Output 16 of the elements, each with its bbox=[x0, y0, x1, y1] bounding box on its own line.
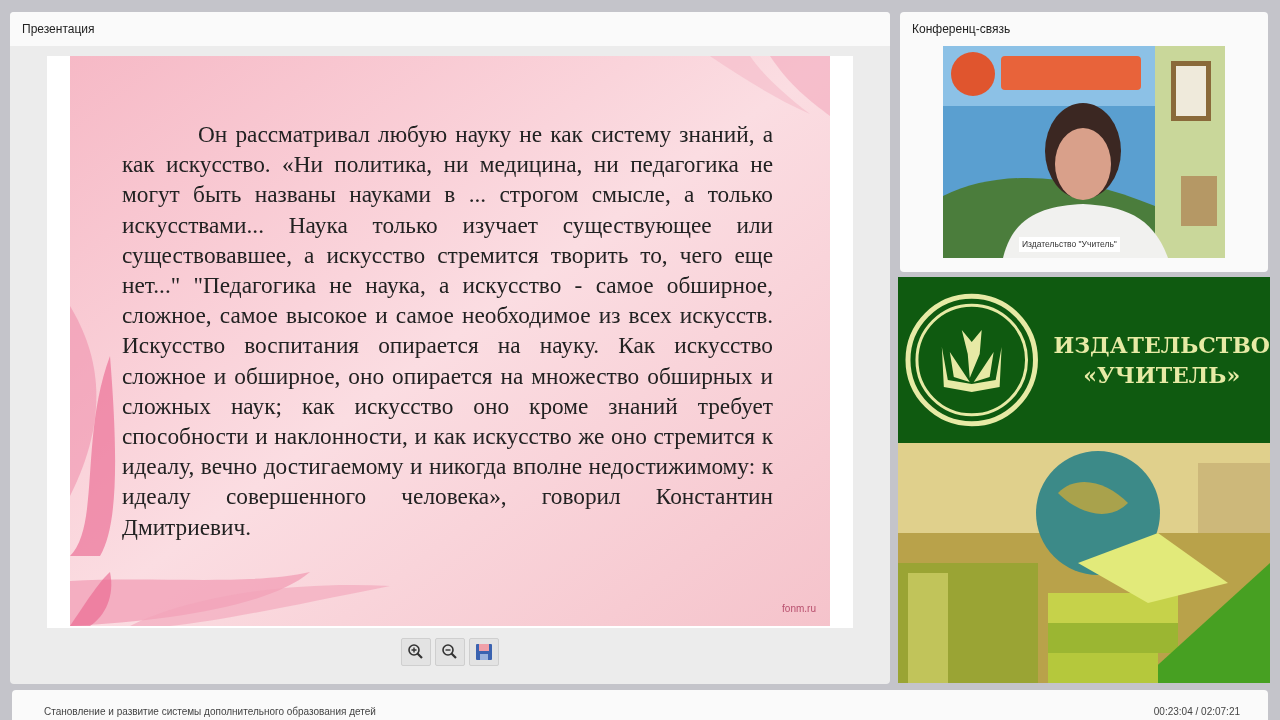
zoom-in-button[interactable] bbox=[401, 638, 431, 666]
slide-paragraph: Он рассматривал любую науку не как систему знаний, а как искусство. «Ни политика, ни медицина, ни педагогика не могут быть названы науками в ... строгом смысле, а только искусствами... Наука только изучает существующее или существовавшее, а искусство стремится творить то, чего еще нет..." "Педагогика не наука, а искусство - самое обширное, сложное, самое высокое и самое необходимое из всех искусств. Искусство воспитания опирается на науку. Как искусство сложное и обширное, оно опирается на множество обширных и сложных наук; как искусство оно кроме знаний требует способности и наклонности, и как искусство же оно стремится к идеалу, вечно достигаемому и никогда вполне недостижимому: к идеалу совершенного человека», говорил Константин Дмитриевич. bbox=[122, 120, 773, 542]
save-icon bbox=[475, 643, 493, 661]
panel-title: Презентация bbox=[22, 21, 95, 38]
banner-title: ИЗДАТЕЛЬСТВО bbox=[1053, 331, 1270, 360]
banner-title: «УЧИТЕЛЬ» bbox=[1083, 361, 1241, 390]
zoom-in-icon bbox=[407, 643, 425, 661]
save-button[interactable] bbox=[469, 638, 499, 666]
panel-title: Конференц-связь bbox=[912, 21, 1011, 38]
zoom-out-icon bbox=[441, 643, 459, 661]
course-title: Становление и развитие системы дополнительного образования детей bbox=[44, 705, 376, 719]
emblem-icon bbox=[904, 292, 1040, 428]
slide-footer-text: fonm.ru bbox=[782, 602, 816, 616]
zoom-out-button[interactable] bbox=[435, 638, 465, 666]
video-caption: Издательство "Учитель" bbox=[1019, 237, 1120, 252]
playback-time: 00:23:04 / 02:07:21 bbox=[1153, 705, 1240, 719]
